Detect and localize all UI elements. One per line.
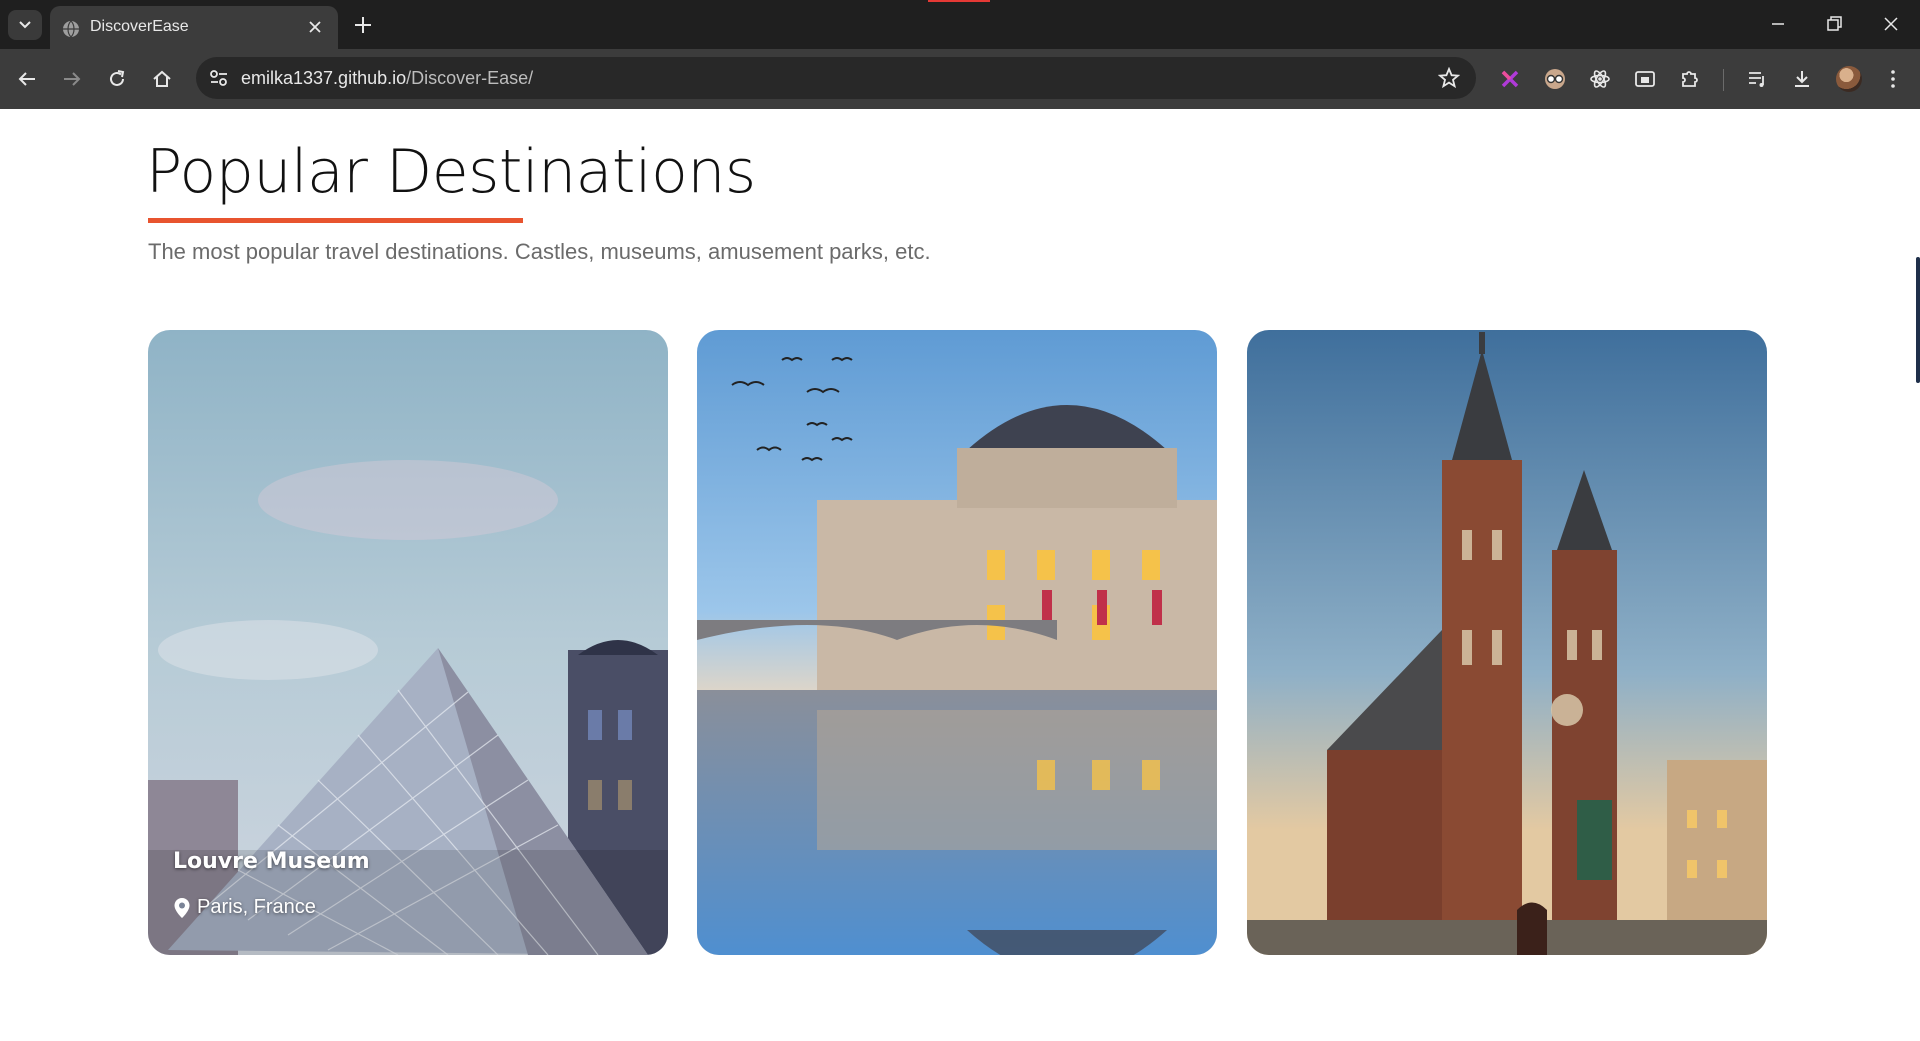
star-icon[interactable] <box>1438 67 1460 89</box>
destination-card-museum-island[interactable] <box>697 330 1217 955</box>
media-queue-icon[interactable] <box>1746 68 1768 90</box>
extension-atom-icon[interactable] <box>1589 68 1611 90</box>
extension-glasses-icon[interactable] <box>1544 68 1566 90</box>
page-content: Popular Destinations The most popular tr… <box>0 109 1920 1041</box>
card-title: Louvre Museum <box>173 849 370 874</box>
more-menu-icon[interactable] <box>1882 68 1904 90</box>
url-path: /Discover-Ease/ <box>406 68 534 88</box>
destination-card-louvre[interactable]: Louvre Museum Paris, France <box>148 330 668 955</box>
url-text: emilka1337.github.io/Discover-Ease/ <box>241 68 533 89</box>
section-title: Popular Destinations <box>146 137 756 207</box>
toolbar-divider <box>1723 69 1724 91</box>
plus-icon[interactable] <box>352 14 374 36</box>
tab-list-button[interactable] <box>8 10 42 40</box>
forward-icon[interactable] <box>61 68 83 90</box>
card-location: Paris, France <box>173 896 370 919</box>
scrollbar-thumb[interactable] <box>1916 257 1920 383</box>
restore-icon[interactable] <box>1825 15 1843 33</box>
recording-indicator <box>928 0 990 2</box>
card-caption: Louvre Museum Paris, France <box>173 849 370 919</box>
browser-tab[interactable]: DiscoverEase <box>50 6 338 49</box>
browser-tab-bar: DiscoverEase <box>0 0 1920 49</box>
page-scrollbar[interactable] <box>1914 109 1920 1041</box>
chevron-down-icon <box>19 21 31 29</box>
section-subtitle: The most popular travel destinations. Ca… <box>148 239 931 264</box>
window-close-icon[interactable] <box>1882 15 1900 33</box>
destination-card-basilica[interactable] <box>1247 330 1767 955</box>
tab-title: DiscoverEase <box>90 18 189 35</box>
address-bar[interactable]: emilka1337.github.io/Discover-Ease/ <box>196 57 1476 99</box>
site-info-icon[interactable] <box>208 68 230 88</box>
back-icon[interactable] <box>16 68 38 90</box>
st-marys-basilica-image <box>1247 330 1767 955</box>
picture-in-picture-icon[interactable] <box>1634 68 1656 90</box>
avatar[interactable] <box>1836 66 1862 92</box>
title-underline <box>148 218 523 223</box>
download-icon[interactable] <box>1791 68 1813 90</box>
close-icon[interactable] <box>306 18 324 36</box>
card-location-text: Paris, France <box>197 896 316 918</box>
browser-toolbar: emilka1337.github.io/Discover-Ease/ <box>0 49 1920 109</box>
home-icon[interactable] <box>151 68 173 90</box>
location-pin-icon <box>174 897 190 918</box>
extension-x-icon[interactable] <box>1499 68 1521 90</box>
url-host: emilka1337.github.io <box>241 68 407 88</box>
bode-museum-image <box>697 330 1217 955</box>
minimize-icon[interactable] <box>1769 15 1787 33</box>
globe-icon <box>63 20 79 38</box>
reload-icon[interactable] <box>106 68 128 90</box>
puzzle-icon[interactable] <box>1679 68 1701 90</box>
